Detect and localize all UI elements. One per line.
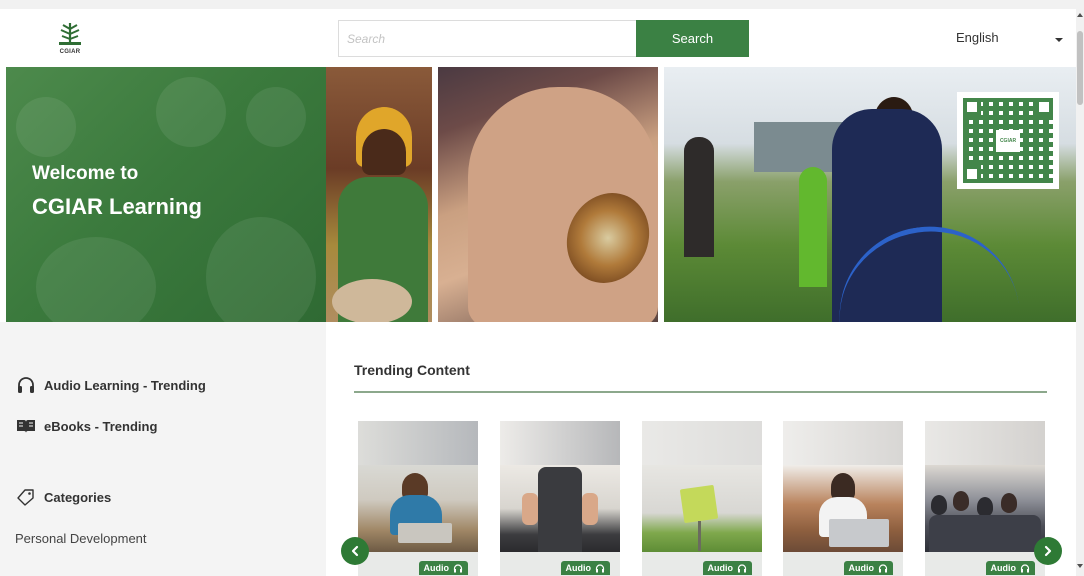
- category-item-personal-development[interactable]: Personal Development: [15, 531, 147, 546]
- page-scrollbar[interactable]: [1076, 9, 1084, 576]
- sidebar-categories-heading: Categories: [16, 488, 111, 506]
- audio-badge: Audio: [702, 561, 752, 575]
- card-thumbnail: [925, 465, 1045, 552]
- categories-label: Categories: [44, 489, 112, 505]
- headphones-icon: [18, 377, 34, 393]
- tag-icon: [17, 489, 34, 506]
- audio-badge: Audio: [418, 561, 468, 575]
- hero-title-line1: Welcome to: [32, 163, 139, 184]
- badge-label: Audio: [423, 563, 450, 573]
- content-card[interactable]: Audio: [783, 421, 903, 576]
- content-card[interactable]: Audio: [642, 421, 762, 576]
- cgiar-logo-icon: [59, 23, 81, 45]
- top-strip: [0, 0, 1084, 9]
- headphones-icon: [453, 563, 463, 572]
- carousel-prev-button[interactable]: [341, 537, 369, 565]
- qr-code[interactable]: CGIAR: [957, 92, 1059, 189]
- sidebar-item-label: eBooks - Trending: [44, 418, 158, 434]
- sidebar-item-ebooks-trending[interactable]: eBooks - Trending: [16, 418, 157, 434]
- carousel-next-button[interactable]: [1034, 537, 1062, 565]
- card-thumbnail: [358, 465, 478, 552]
- logo-text: CGIAR: [59, 49, 81, 55]
- card-thumbnail: [783, 465, 903, 552]
- hero-welcome-panel: Welcome to CGIAR Learning: [6, 67, 326, 322]
- audio-badge: Audio: [560, 561, 610, 575]
- headphones-icon: [737, 563, 747, 572]
- trending-divider: [354, 391, 1047, 393]
- chevron-right-icon: [1044, 545, 1052, 557]
- caret-down-icon[interactable]: [1055, 38, 1063, 42]
- hero-photo-hand: [438, 67, 658, 322]
- hero-title: Welcome to CGIAR Learning: [32, 159, 202, 225]
- headphones-icon: [1020, 563, 1030, 572]
- search-button[interactable]: Search: [636, 20, 749, 57]
- hero-title-line2: CGIAR Learning: [32, 194, 202, 220]
- audio-badge: Audio: [985, 561, 1035, 575]
- hero-banner: Welcome to CGIAR Learning CGIAR: [6, 67, 1076, 322]
- sidebar-item-label: Audio Learning - Trending: [44, 377, 206, 393]
- audio-badge: Audio: [843, 561, 893, 575]
- chevron-left-icon: [351, 545, 359, 557]
- card-thumbnail: [500, 465, 620, 552]
- headphones-icon: [878, 563, 888, 572]
- qr-logo-text: CGIAR: [996, 130, 1020, 152]
- hero-photo-farm: CGIAR: [664, 67, 1076, 322]
- content-card[interactable]: Audio: [925, 421, 1045, 576]
- search-input[interactable]: [338, 20, 636, 57]
- scroll-up-arrow-icon[interactable]: [1077, 13, 1083, 17]
- badge-label: Audio: [990, 563, 1017, 573]
- hero-photo-woman: [326, 67, 432, 322]
- badge-label: Audio: [565, 563, 592, 573]
- card-thumbnail: [642, 465, 762, 552]
- book-icon: [17, 420, 35, 433]
- cgiar-logo[interactable]: CGIAR: [50, 21, 90, 59]
- language-select[interactable]: English: [956, 30, 999, 45]
- scroll-thumb[interactable]: [1077, 31, 1083, 105]
- scroll-down-arrow-icon[interactable]: [1077, 564, 1083, 568]
- content-card[interactable]: Audio: [500, 421, 620, 576]
- badge-label: Audio: [848, 563, 875, 573]
- trending-content-title: Trending Content: [354, 362, 470, 378]
- header: CGIAR Search English: [0, 9, 1076, 67]
- badge-label: Audio: [707, 563, 734, 573]
- content-card[interactable]: Audio: [358, 421, 478, 576]
- sidebar-item-audio-trending[interactable]: Audio Learning - Trending: [16, 376, 206, 394]
- headphones-icon: [595, 563, 605, 572]
